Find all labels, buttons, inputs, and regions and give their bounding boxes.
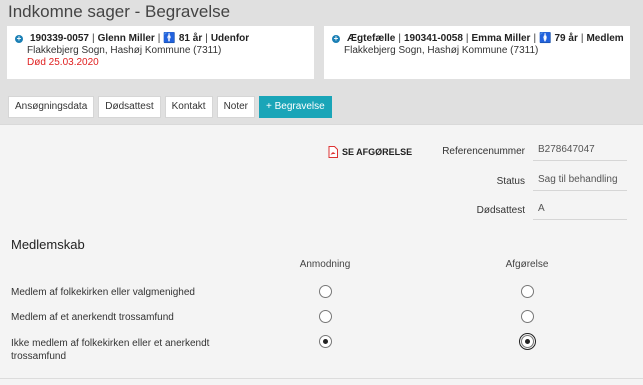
spouse-card: + Ægtefælle | 190341-0058 | Emma Miller … xyxy=(324,26,630,79)
deceased-card: + 190339-0057 | Glenn Miller | 🚹 81 år |… xyxy=(7,26,314,79)
status-label: Status xyxy=(496,176,525,187)
spouse-status: Medlem xyxy=(586,33,624,44)
decision-radio-folkekirken[interactable] xyxy=(521,285,534,298)
decision-column-header: Afgørelse xyxy=(505,259,549,270)
status-value: Sag til behandling xyxy=(533,171,627,191)
see-decision-link[interactable]: SE AFGØRELSE xyxy=(328,146,412,158)
see-decision-label: SE AFGØRELSE xyxy=(342,147,413,157)
deceased-age: 81 år xyxy=(178,33,203,44)
expand-icon[interactable]: + xyxy=(15,35,23,43)
tab-noter[interactable]: Noter xyxy=(216,96,256,118)
membership-title: Medlemskab xyxy=(11,237,85,252)
death-date: Død 25.03.2020 xyxy=(27,57,99,68)
reference-label: Referencenummer xyxy=(442,146,525,157)
membership-row-label: Ikke medlem af folkekirken eller et aner… xyxy=(11,338,210,362)
male-icon: 🚹 xyxy=(163,33,176,44)
deceased-status: Udenfor xyxy=(210,33,250,44)
tab-begravelse[interactable]: + Begravelse xyxy=(259,96,332,118)
divider xyxy=(0,378,643,379)
spouse-parish: Flakkebjerg Sogn, Hashøj Kommune (7311) xyxy=(344,45,539,56)
membership-row-label: Medlem af et anerkendt trossamfund xyxy=(11,312,174,323)
death-certificate-value: A xyxy=(533,200,627,220)
decision-radio-ikke-medlem[interactable] xyxy=(519,333,536,350)
death-certificate-label: Dødsattest xyxy=(476,205,525,216)
header-area: Indkomne sager - Begravelse + 190339-005… xyxy=(0,0,643,124)
request-radio-ikke-medlem[interactable] xyxy=(319,335,332,348)
membership-row-label: Medlem af folkekirken eller valgmenighed xyxy=(11,287,195,298)
female-icon: 🚺 xyxy=(539,33,552,44)
deceased-parish: Flakkebjerg Sogn, Hashøj Kommune (7311) xyxy=(27,45,222,56)
tab-kontakt[interactable]: Kontakt xyxy=(164,96,213,118)
spouse-age: 79 år xyxy=(554,33,578,44)
spouse-id: 190341-0058 xyxy=(403,33,463,44)
request-radio-folkekirken[interactable] xyxy=(319,285,332,298)
tab-bar: Ansøgningsdata Dødsattest Kontakt Noter … xyxy=(8,96,332,118)
deceased-id: 190339-0057 xyxy=(30,33,89,44)
pdf-icon xyxy=(328,146,338,158)
request-radio-trossamfund[interactable] xyxy=(319,310,332,323)
expand-icon[interactable]: + xyxy=(332,35,340,43)
tab-ansogningsdata[interactable]: Ansøgningsdata xyxy=(8,96,95,118)
spouse-name: Emma Miller xyxy=(471,33,531,44)
decision-radio-trossamfund[interactable] xyxy=(521,310,534,323)
spouse-relation: Ægtefælle xyxy=(347,33,396,44)
tab-dodsattest[interactable]: Dødsattest xyxy=(98,96,161,118)
request-column-header: Anmodning xyxy=(299,259,351,270)
page-title: Indkomne sager - Begravelse xyxy=(8,2,231,21)
deceased-name: Glenn Miller xyxy=(97,33,155,44)
reference-value: B278647047 xyxy=(533,141,627,161)
